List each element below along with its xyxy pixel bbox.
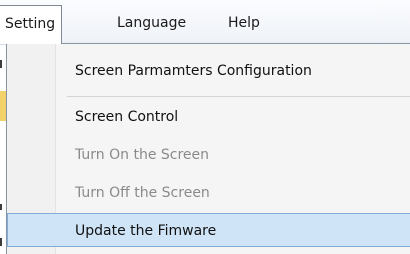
menu-item-turn-on-screen[interactable]: Turn On the Screen [7, 138, 410, 172]
screen: Setting Language Help Screen Parmamters … [0, 0, 410, 254]
background-window-edge [0, 238, 2, 246]
menu-setting[interactable]: Setting [0, 5, 63, 44]
menu-item-label: Screen Parmamters Configuration [75, 63, 312, 79]
menu-item-label: Screen Control [75, 109, 179, 125]
menu-help[interactable]: Help [228, 8, 260, 38]
menu-item-turn-off-screen[interactable]: Turn Off the Screen [7, 176, 410, 210]
menu-item-screen-control[interactable]: Screen Control [7, 100, 410, 134]
menu-item-screen-parameters-configuration[interactable]: Screen Parmamters Configuration [7, 54, 410, 88]
menu-item-label: Turn On the Screen [75, 147, 210, 163]
background-window-edge [0, 204, 2, 210]
setting-dropdown-menu: Screen Parmamters Configuration Screen C… [6, 43, 410, 254]
menu-bar: Setting Language Help [0, 0, 410, 45]
menu-item-update-firmware[interactable]: Update the Fimware [7, 213, 410, 247]
menu-separator [67, 96, 410, 97]
background-window-edge [0, 60, 2, 68]
menu-language[interactable]: Language [117, 8, 186, 38]
menu-item-label: Update the Fimware [75, 223, 217, 239]
menu-item-label: Turn Off the Screen [75, 185, 210, 201]
